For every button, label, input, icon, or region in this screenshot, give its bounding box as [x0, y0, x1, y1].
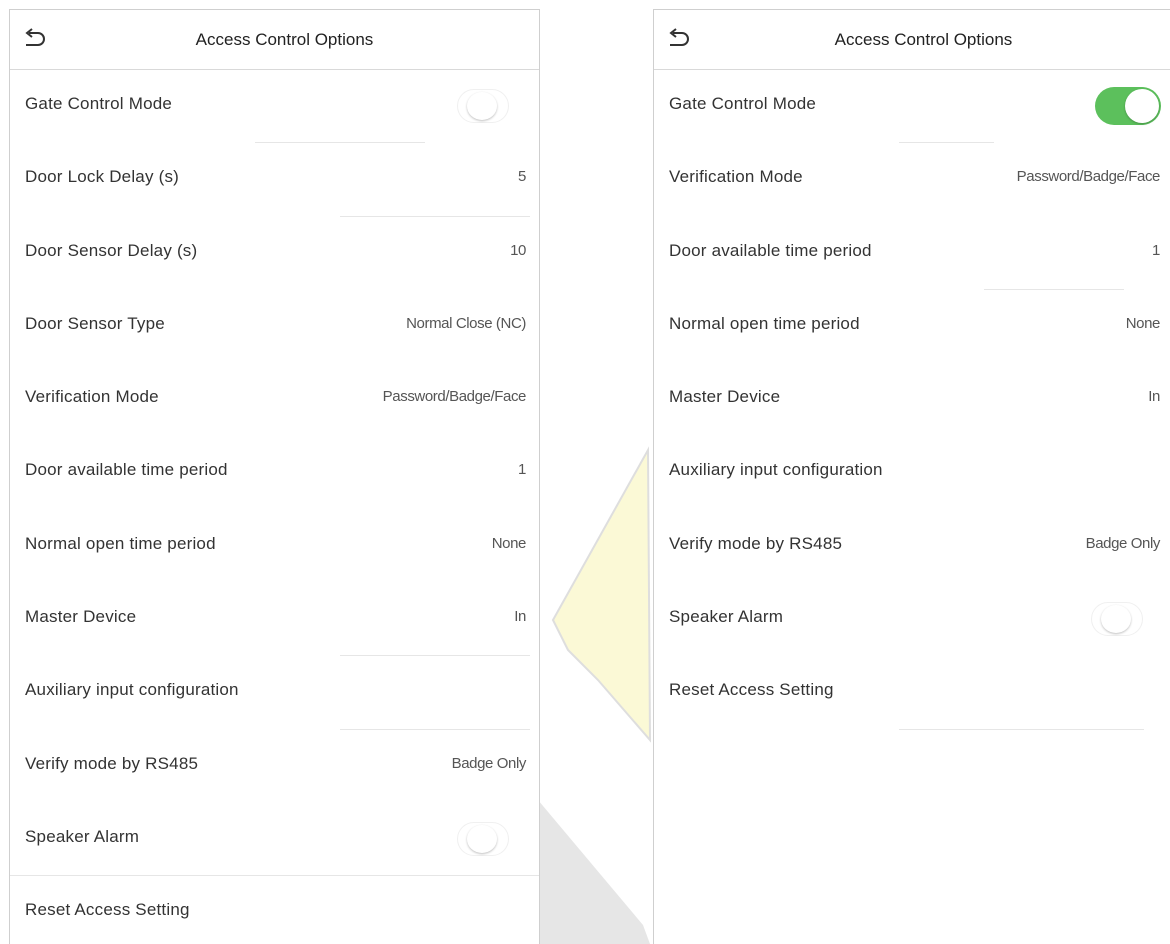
menu-item-label: Normal open time period	[25, 533, 216, 553]
menu-item-label: Door Sensor Delay (s)	[25, 240, 198, 260]
menu-item-label: Verification Mode	[669, 167, 803, 187]
menu-item-label: Speaker Alarm	[669, 607, 784, 627]
menu-item-value: Badge Only	[451, 754, 527, 772]
menu-item-master-device[interactable]: Master Device In	[654, 363, 1170, 436]
menu-item-label: Door available time period	[669, 240, 872, 260]
menu-item-label: Master Device	[25, 607, 137, 627]
right-screen: Access Control Options Gate Control Mode…	[653, 9, 1170, 944]
menu-item-value: In	[1148, 388, 1160, 406]
menu-item-label: Gate Control Mode	[25, 94, 173, 113]
menu-item-value: 1	[1152, 241, 1160, 259]
page-title: Access Control Options	[195, 30, 374, 49]
menu-item-label: Reset Access Setting	[25, 900, 190, 920]
menu-item-door-available-time-period[interactable]: Door available time period 1	[654, 217, 1170, 290]
menu-item-speaker-alarm[interactable]: Speaker Alarm	[10, 803, 539, 877]
menu-item-auxiliary-input-configuration[interactable]: Auxiliary input configuration	[654, 436, 1170, 509]
toggle-knob	[1125, 89, 1159, 123]
menu-item-value: In	[514, 608, 526, 626]
menu-item-value: 1	[518, 461, 526, 479]
menu-item-value: 10	[510, 241, 526, 259]
menu-item-label: Master Device	[669, 387, 781, 407]
menu-item-normal-open-time-period[interactable]: Normal open time period None	[654, 290, 1170, 363]
transition-arrow-icon	[538, 446, 652, 944]
menu-item-master-device[interactable]: Master Device In	[10, 583, 539, 657]
menu-item-value: Password/Badge/Face	[1016, 168, 1161, 186]
menu-item-door-lock-delay-s[interactable]: Door Lock Delay (s) 5	[10, 143, 539, 217]
menu-item-label: Verify mode by RS485	[25, 753, 199, 773]
menu-item-label: Speaker Alarm	[25, 826, 140, 846]
menu-item-value: Badge Only	[1085, 534, 1161, 552]
menu-item-value: 5	[518, 168, 526, 186]
menu-item-label: Door Sensor Type	[25, 313, 165, 333]
menu-item-verification-mode[interactable]: Verification Mode Password/Badge/Face	[10, 363, 539, 436]
menu-item-label: Reset Access Setting	[669, 680, 834, 700]
menu-item-label: Door available time period	[25, 460, 228, 480]
menu-item-label: Verify mode by RS485	[669, 533, 843, 553]
menu-item-normal-open-time-period[interactable]: Normal open time period None	[10, 510, 539, 583]
page-title: Access Control Options	[834, 30, 1013, 49]
title-bar: Access Control Options	[10, 10, 539, 70]
menu-item-verify-mode-by-rs485[interactable]: Verify mode by RS485 Badge Only	[10, 730, 539, 803]
menu-item-reset-access-setting[interactable]: Reset Access Setting	[10, 876, 539, 944]
options-list: Gate Control Mode Verification Mode Passwo…	[654, 70, 1170, 730]
menu-item-reset-access-setting[interactable]: Reset Access Setting	[654, 656, 1170, 730]
menu-item-verification-mode[interactable]: Verification Mode Password/Badge/Face	[654, 143, 1170, 216]
menu-item-door-sensor-type[interactable]: Door Sensor Type Normal Close (NC)	[10, 290, 539, 363]
menu-item-value: Normal Close (NC)	[406, 314, 526, 332]
menu-item-label: Auxiliary input configuration	[669, 460, 883, 480]
menu-item-door-available-time-period[interactable]: Door available time period 1	[10, 436, 539, 509]
toggle-switch[interactable]	[457, 89, 509, 123]
menu-item-speaker-alarm[interactable]: Speaker Alarm	[654, 583, 1170, 656]
toggle-knob	[467, 92, 497, 120]
menu-item-verify-mode-by-rs485[interactable]: Verify mode by RS485 Badge Only	[654, 510, 1170, 583]
menu-item-value: Password/Badge/Face	[382, 388, 527, 406]
toggle-switch[interactable]	[1091, 602, 1143, 637]
left-screen: Access Control Options Gate Control Mode…	[9, 9, 540, 944]
menu-item-value: None	[1125, 314, 1161, 332]
toggle-knob	[1101, 605, 1131, 634]
menu-item-gate-control-mode[interactable]: Gate Control Mode	[654, 70, 1170, 144]
menu-item-label: Door Lock Delay (s)	[25, 167, 180, 187]
toggle-switch[interactable]	[1095, 87, 1161, 125]
menu-item-door-sensor-delay-s[interactable]: Door Sensor Delay (s) 10	[10, 217, 539, 290]
menu-item-label: Gate Control Mode	[669, 94, 817, 113]
divider	[899, 728, 1144, 730]
title-bar: Access Control Options	[654, 10, 1170, 70]
menu-item-label: Auxiliary input configuration	[25, 680, 239, 700]
menu-item-gate-control-mode[interactable]: Gate Control Mode	[10, 70, 539, 144]
options-list: Gate Control Mode Door Lock Delay (s) 5 Doo…	[10, 70, 539, 944]
menu-item-label: Normal open time period	[669, 313, 860, 333]
menu-item-auxiliary-input-configuration[interactable]: Auxiliary input configuration	[10, 656, 539, 730]
toggle-switch[interactable]	[457, 821, 509, 856]
toggle-knob	[467, 824, 497, 853]
menu-item-label: Verification Mode	[25, 387, 159, 407]
menu-item-value: None	[491, 534, 527, 552]
